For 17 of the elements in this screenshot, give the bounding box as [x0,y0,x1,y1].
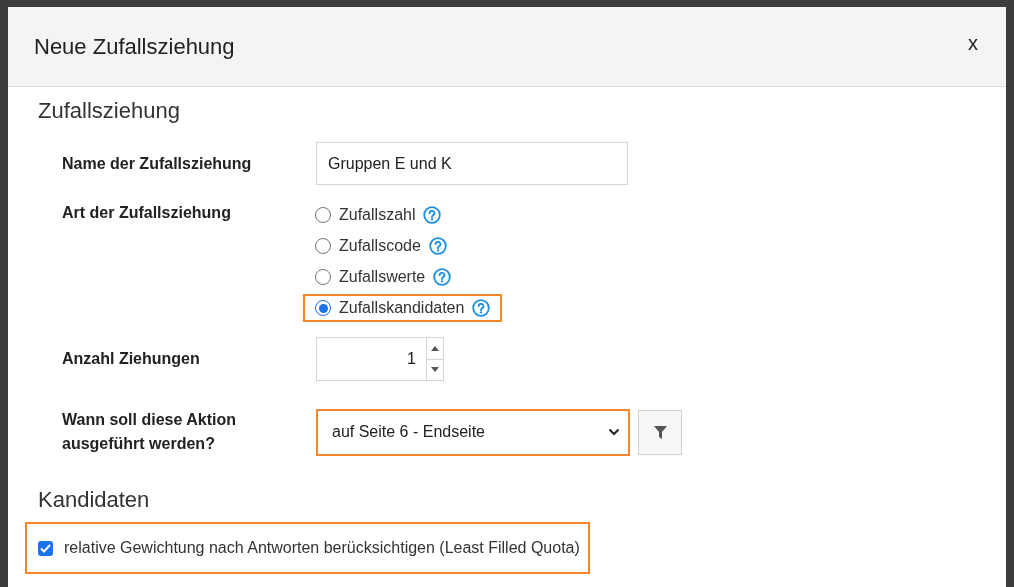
field-label: Anzahl Ziehungen [62,349,201,369]
page-select[interactable]: auf Seite 6 - Endseite [316,408,630,456]
radio-label: Zufallswerte [339,267,426,287]
field-label: Name der Zufallsziehung [62,153,253,174]
checkbox-label: relative Gewichtung nach Antworten berücksichtigen (Least Filled Quota) [64,538,580,558]
dialog-title: Neue Zufallsziehung [34,33,235,61]
number-value: 1 [406,349,417,369]
radio-label: Zufallscode [339,236,421,256]
name-input[interactable]: Gruppen E und K [316,142,628,185]
number-input[interactable]: 1 [316,337,444,381]
radio-label: Zufallszahl [339,205,416,225]
field-label: Wann soll diese Aktion ausgeführt werden? [62,411,236,452]
field-label: Art der Zufallsziehung [62,204,231,221]
close-button[interactable]: x [968,27,978,58]
radio-label: Zufallskandidaten [339,298,465,318]
section-heading: Zufallsziehung [38,97,181,125]
section-heading: Kandidaten [38,486,151,514]
